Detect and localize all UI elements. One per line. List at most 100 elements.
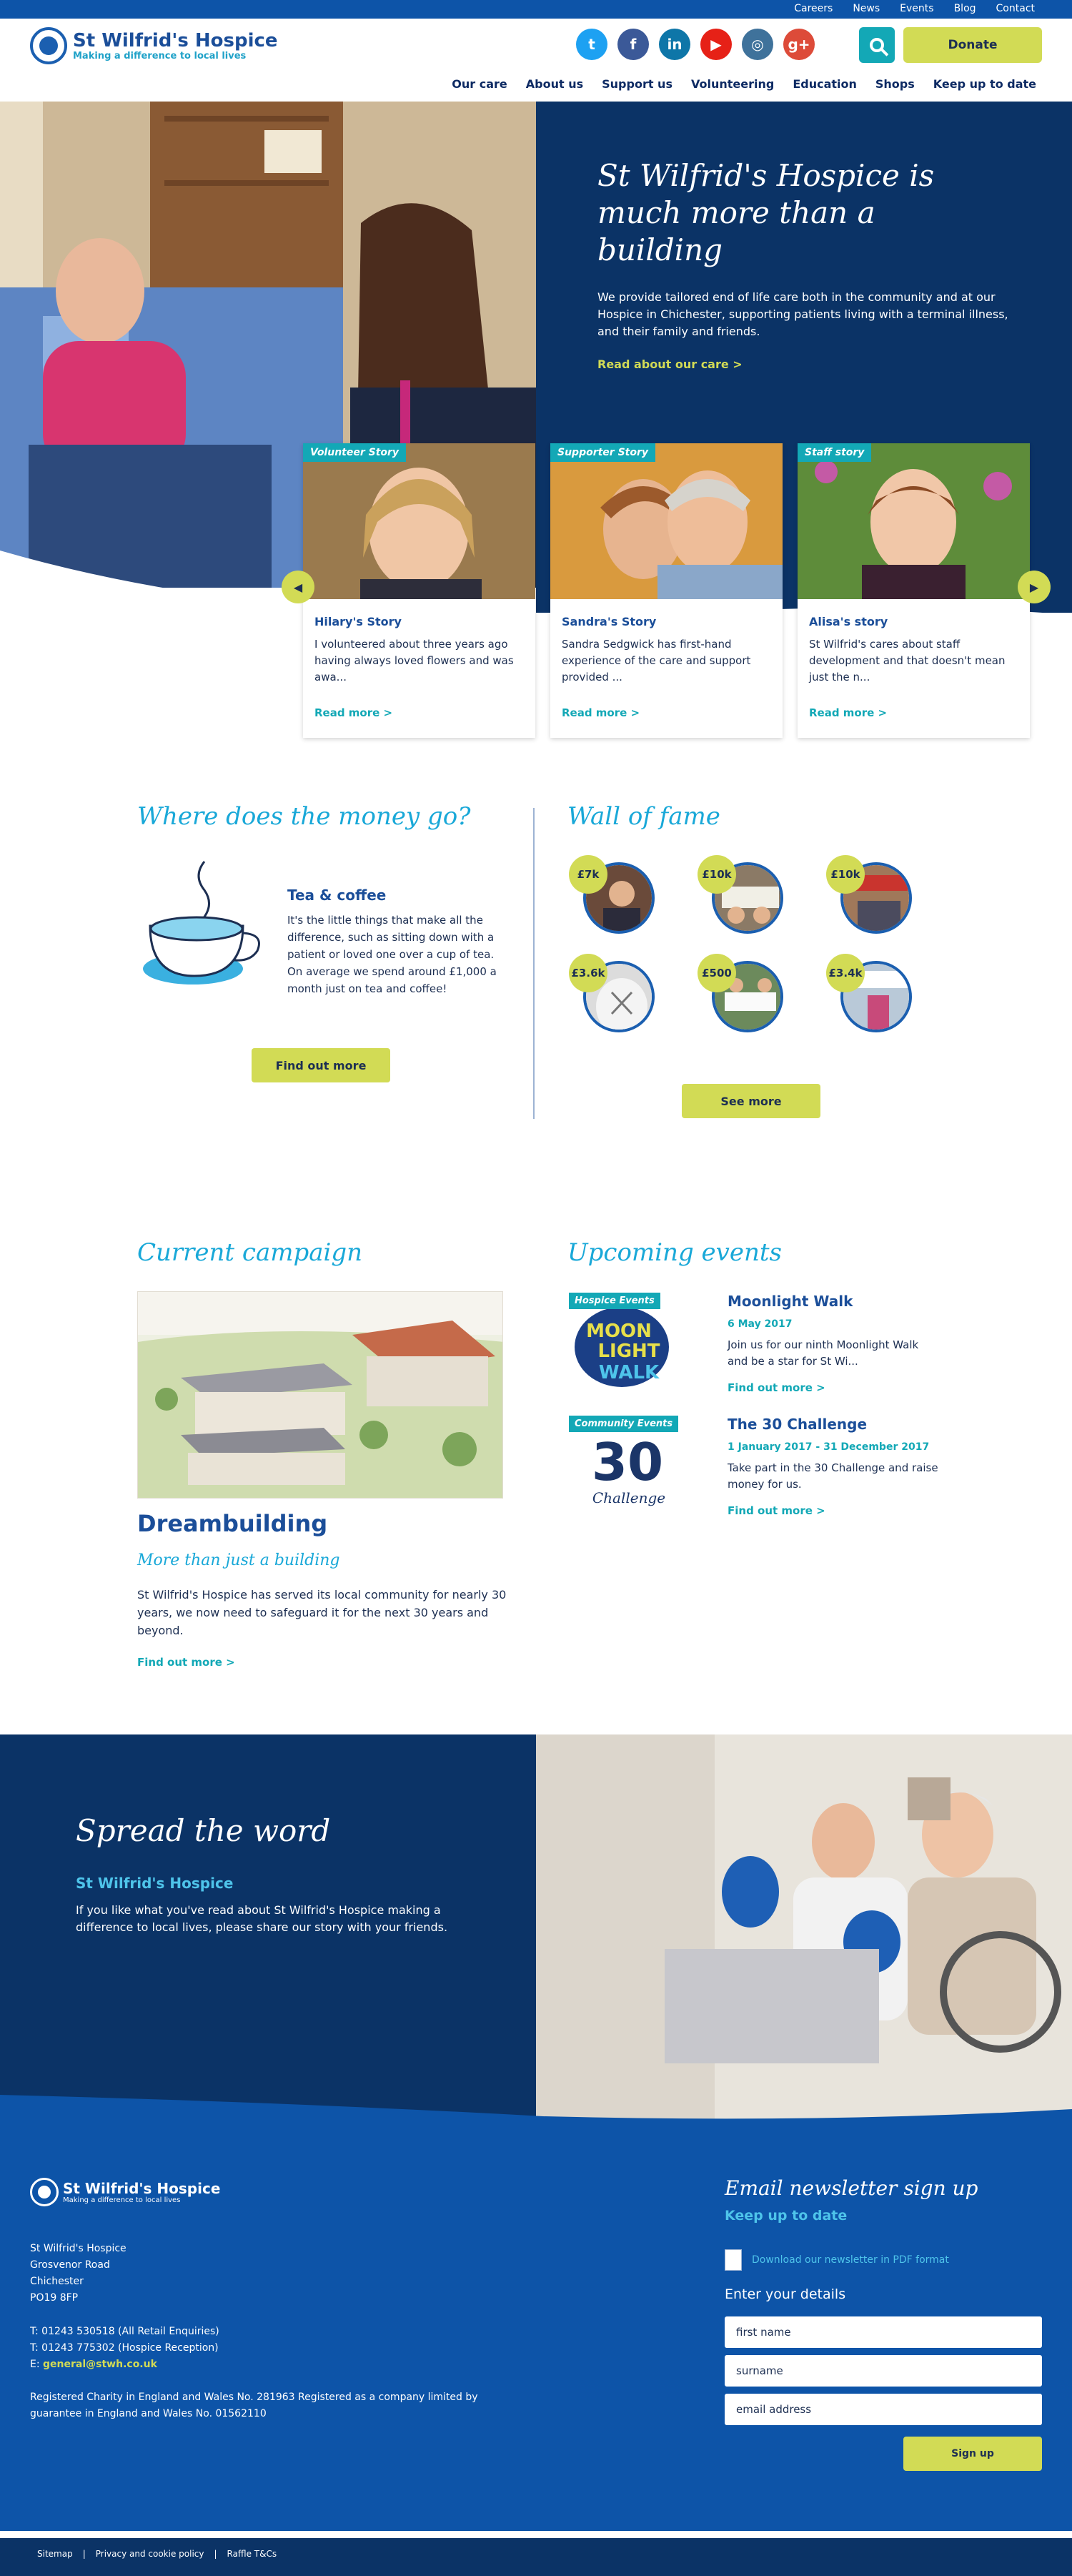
find-out-more-button[interactable]: Find out more: [252, 1048, 390, 1082]
main-nav: Our care About us Support us Volunteerin…: [452, 77, 1036, 91]
campaign-find-out-more-link[interactable]: Find out more >: [137, 1656, 235, 1669]
story-name: Hilary's Story: [314, 615, 402, 628]
svg-text:Challenge: Challenge: [592, 1489, 665, 1506]
sitemap-link[interactable]: Sitemap: [37, 2549, 73, 2559]
fame-item[interactable]: £7k: [569, 855, 655, 934]
story-excerpt: Sandra Sedgwick has first-hand experienc…: [562, 638, 751, 684]
event-image-30-challenge[interactable]: 30 Challenge Community Events: [569, 1416, 689, 1514]
googleplus-icon[interactable]: g+: [783, 29, 815, 60]
linkedin-icon[interactable]: in: [659, 29, 690, 60]
utility-link-careers[interactable]: Careers: [794, 3, 833, 14]
story-tag: Staff story: [798, 443, 872, 462]
nav-volunteering[interactable]: Volunteering: [691, 77, 774, 91]
story-read-more-link[interactable]: Read more >: [314, 706, 392, 719]
footer-phone-retail: T: 01243 530518 (All Retail Enquiries): [30, 2326, 219, 2337]
footer-address: St Wilfrid's Hospice Grosvenor Road Chic…: [30, 2243, 126, 2304]
site-header: St Wilfrid's Hospice Making a difference…: [0, 19, 1072, 102]
event-art-text: MOON: [586, 1321, 652, 1342]
story-card-staff[interactable]: Staff story Alisa's story St Wilfrid's c…: [798, 443, 1030, 738]
social-links: t f in ▶ ◎ g+: [576, 29, 815, 60]
story-photo: Volunteer Story: [303, 443, 535, 599]
fame-item[interactable]: £10k: [698, 855, 783, 934]
campaign-text: St Wilfrid's Hospice has served its loca…: [137, 1588, 507, 1637]
event-title[interactable]: Moonlight Walk: [728, 1293, 853, 1310]
spread-text: If you like what you've read about St Wi…: [76, 1903, 448, 1934]
site-logo[interactable]: St Wilfrid's Hospice Making a difference…: [30, 27, 278, 64]
fame-item[interactable]: £500: [698, 954, 783, 1032]
campaign-subtitle: More than just a building: [137, 1551, 340, 1569]
fame-amount-badge: £7k: [569, 855, 607, 894]
fame-item[interactable]: £10k: [826, 855, 912, 934]
story-read-more-link[interactable]: Read more >: [809, 706, 887, 719]
money-item-title: Tea & coffee: [287, 887, 387, 904]
utility-link-events[interactable]: Events: [900, 3, 933, 14]
newsletter-subtitle: Keep up to date: [725, 2208, 848, 2224]
events-heading: Upcoming events: [567, 1238, 782, 1267]
fame-amount-badge: £3.6k: [569, 954, 607, 992]
utility-link-blog[interactable]: Blog: [954, 3, 976, 14]
carousel-next-button[interactable]: ▶: [1018, 571, 1051, 603]
event-image-moonlight[interactable]: MOON LIGHT WALK Hospice Events: [569, 1293, 689, 1391]
footer-logo-title: St Wilfrid's Hospice: [63, 2179, 221, 2197]
campaign-illustration: [137, 1291, 503, 1499]
logo-mark-icon: [30, 27, 67, 64]
svg-text:WALK: WALK: [599, 1362, 660, 1383]
twitter-icon[interactable]: t: [576, 29, 607, 60]
privacy-link[interactable]: Privacy and cookie policy: [96, 2549, 204, 2559]
nav-our-care[interactable]: Our care: [452, 77, 507, 91]
fame-amount-badge: £10k: [826, 855, 865, 894]
nav-keep-up-to-date[interactable]: Keep up to date: [933, 77, 1036, 91]
link-separator: |: [82, 2549, 86, 2559]
newsletter-details-label: Enter your details: [725, 2286, 846, 2302]
read-about-care-link[interactable]: Read about our care >: [597, 357, 743, 371]
nav-support-us[interactable]: Support us: [602, 77, 673, 91]
surname-field[interactable]: [725, 2355, 1042, 2387]
event-find-out-more-link[interactable]: Find out more >: [728, 1381, 825, 1394]
fame-amount-badge: £10k: [698, 855, 736, 894]
see-more-button[interactable]: See more: [682, 1084, 820, 1118]
event-find-out-more-link[interactable]: Find out more >: [728, 1504, 825, 1517]
event-art-text: 30: [592, 1432, 663, 1492]
footer-charity-info: Registered Charity in England and Wales …: [30, 2392, 478, 2419]
fame-item[interactable]: £3.6k: [569, 954, 655, 1032]
fame-amount-badge: £3.4k: [826, 954, 865, 992]
story-tag: Volunteer Story: [303, 443, 407, 462]
story-name: Alisa's story: [809, 615, 888, 628]
instagram-icon[interactable]: ◎: [742, 29, 773, 60]
event-description: Join us for our ninth Moonlight Walk and…: [728, 1338, 919, 1368]
story-photo: Supporter Story: [550, 443, 783, 599]
chevron-right-icon: ▶: [1029, 580, 1039, 594]
first-name-field[interactable]: [725, 2316, 1042, 2348]
story-photo: Staff story: [798, 443, 1030, 599]
story-card-volunteer[interactable]: Volunteer Story Hilary's Story I volunte…: [303, 443, 535, 738]
raffle-terms-link[interactable]: Raffle T&Cs: [227, 2549, 277, 2559]
sign-up-button[interactable]: Sign up: [903, 2437, 1042, 2471]
story-read-more-link[interactable]: Read more >: [562, 706, 640, 719]
section-divider: [533, 808, 535, 1119]
document-icon: [725, 2249, 742, 2271]
money-item-text: It's the little things that make all the…: [287, 914, 497, 995]
youtube-icon[interactable]: ▶: [700, 29, 732, 60]
newsletter-pdf-link[interactable]: Download our newsletter in PDF format: [725, 2249, 949, 2271]
nav-shops[interactable]: Shops: [875, 77, 915, 91]
footer-logo[interactable]: St Wilfrid's Hospice Making a difference…: [30, 2178, 220, 2206]
footer-bottom-links: Sitemap | Privacy and cookie policy | Ra…: [37, 2549, 277, 2559]
hero-title: St Wilfrid's Hospice is much more than a…: [597, 158, 935, 267]
fame-item[interactable]: £3.4k: [826, 954, 912, 1032]
footer-phone-reception: T: 01243 775302 (Hospice Reception): [30, 2342, 219, 2354]
event-title[interactable]: The 30 Challenge: [728, 1416, 867, 1433]
utility-link-contact[interactable]: Contact: [996, 3, 1035, 14]
carousel-prev-button[interactable]: ◀: [282, 571, 314, 603]
story-card-supporter[interactable]: Supporter Story Sandra's Story Sandra Se…: [550, 443, 783, 738]
search-button[interactable]: [859, 27, 895, 63]
utility-link-news[interactable]: News: [853, 3, 880, 14]
svg-text:LIGHT: LIGHT: [597, 1341, 660, 1362]
email-field[interactable]: [725, 2394, 1042, 2425]
nav-education[interactable]: Education: [793, 77, 857, 91]
event-description: Take part in the 30 Challenge and raise …: [728, 1461, 938, 1491]
footer-email-link[interactable]: general@stwh.co.uk: [43, 2359, 157, 2370]
footer-logo-mark-icon: [30, 2178, 59, 2206]
donate-button[interactable]: Donate: [903, 27, 1042, 63]
facebook-icon[interactable]: f: [617, 29, 649, 60]
nav-about-us[interactable]: About us: [526, 77, 583, 91]
